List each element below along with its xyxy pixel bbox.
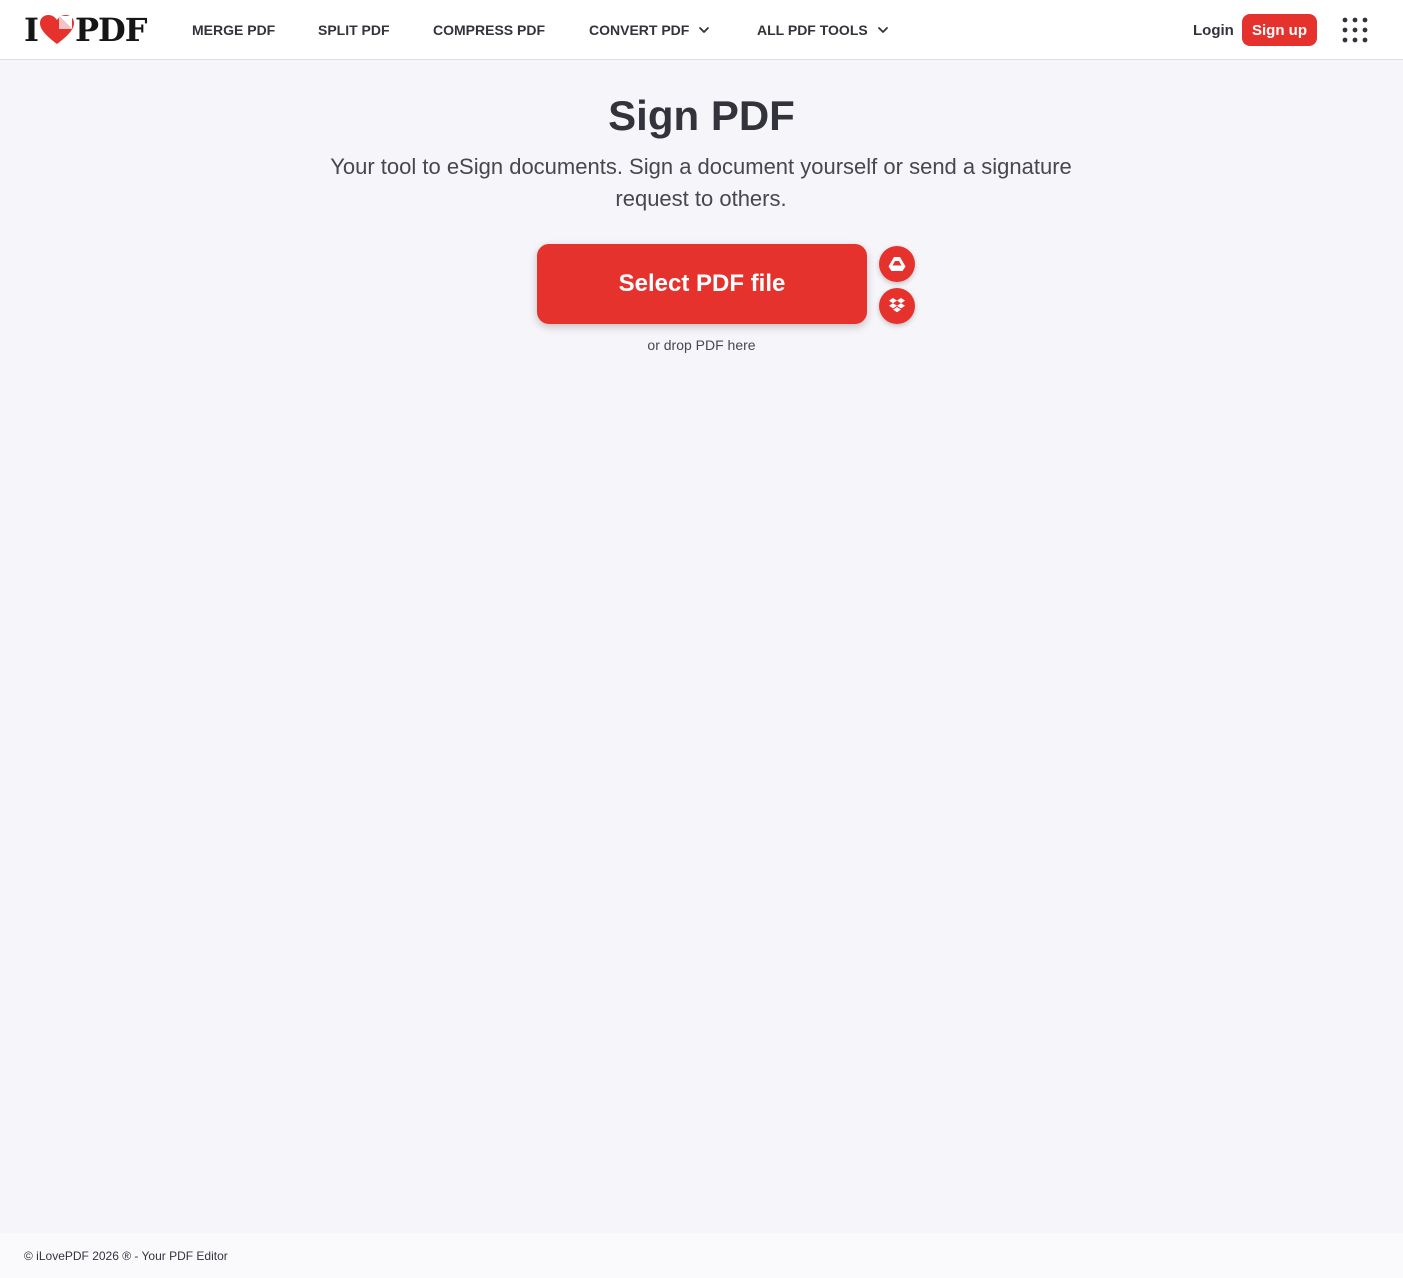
nav-label: COMPRESS PDF [433, 22, 546, 38]
dropbox-button[interactable] [879, 288, 915, 324]
drop-hint: or drop PDF here [647, 337, 756, 353]
nav-all-pdf-tools[interactable]: ALL PDF TOOLS [757, 0, 889, 60]
nav-merge-pdf[interactable]: MERGE PDF [192, 0, 275, 60]
chevron-down-icon [877, 27, 888, 33]
heart-logo-icon [39, 15, 74, 44]
login-link[interactable]: Login [1193, 0, 1234, 60]
logo-text-pdf: PDF [74, 11, 148, 49]
page-subtitle: Your tool to eSign documents. Sign a doc… [330, 154, 1072, 211]
footer-copyright: © iLovePDF 2026 ® - Your PDF Editor [24, 1249, 228, 1263]
nav-split-pdf[interactable]: SPLIT PDF [318, 0, 390, 60]
nav-label: CONVERT PDF [589, 22, 690, 38]
ilovepdf-logo[interactable]: I PDF [24, 11, 148, 49]
footer: © iLovePDF 2026 ® - Your PDF Editor [0, 1233, 1403, 1278]
logo-letter-i: I [24, 11, 39, 49]
google-drive-icon [888, 257, 906, 271]
nav-label: SPLIT PDF [318, 22, 390, 38]
dropbox-icon [889, 298, 905, 313]
nav-compress-pdf[interactable]: COMPRESS PDF [433, 0, 545, 60]
google-drive-button[interactable] [879, 246, 915, 282]
chevron-down-icon [699, 27, 710, 33]
signup-button[interactable]: Sign up [1242, 14, 1317, 46]
page-title: Sign PDF [608, 92, 795, 139]
select-pdf-file-button[interactable]: Select PDF file [537, 244, 867, 324]
grid-icon[interactable] [1341, 16, 1369, 44]
nav-convert-pdf[interactable]: CONVERT PDF [589, 0, 710, 60]
nav-label: ALL PDF TOOLS [757, 22, 868, 38]
top-header: I PDF MERGE PDF SPLIT PDF COMPRESS PDF C… [0, 0, 1403, 60]
nav-label: MERGE PDF [192, 22, 276, 38]
